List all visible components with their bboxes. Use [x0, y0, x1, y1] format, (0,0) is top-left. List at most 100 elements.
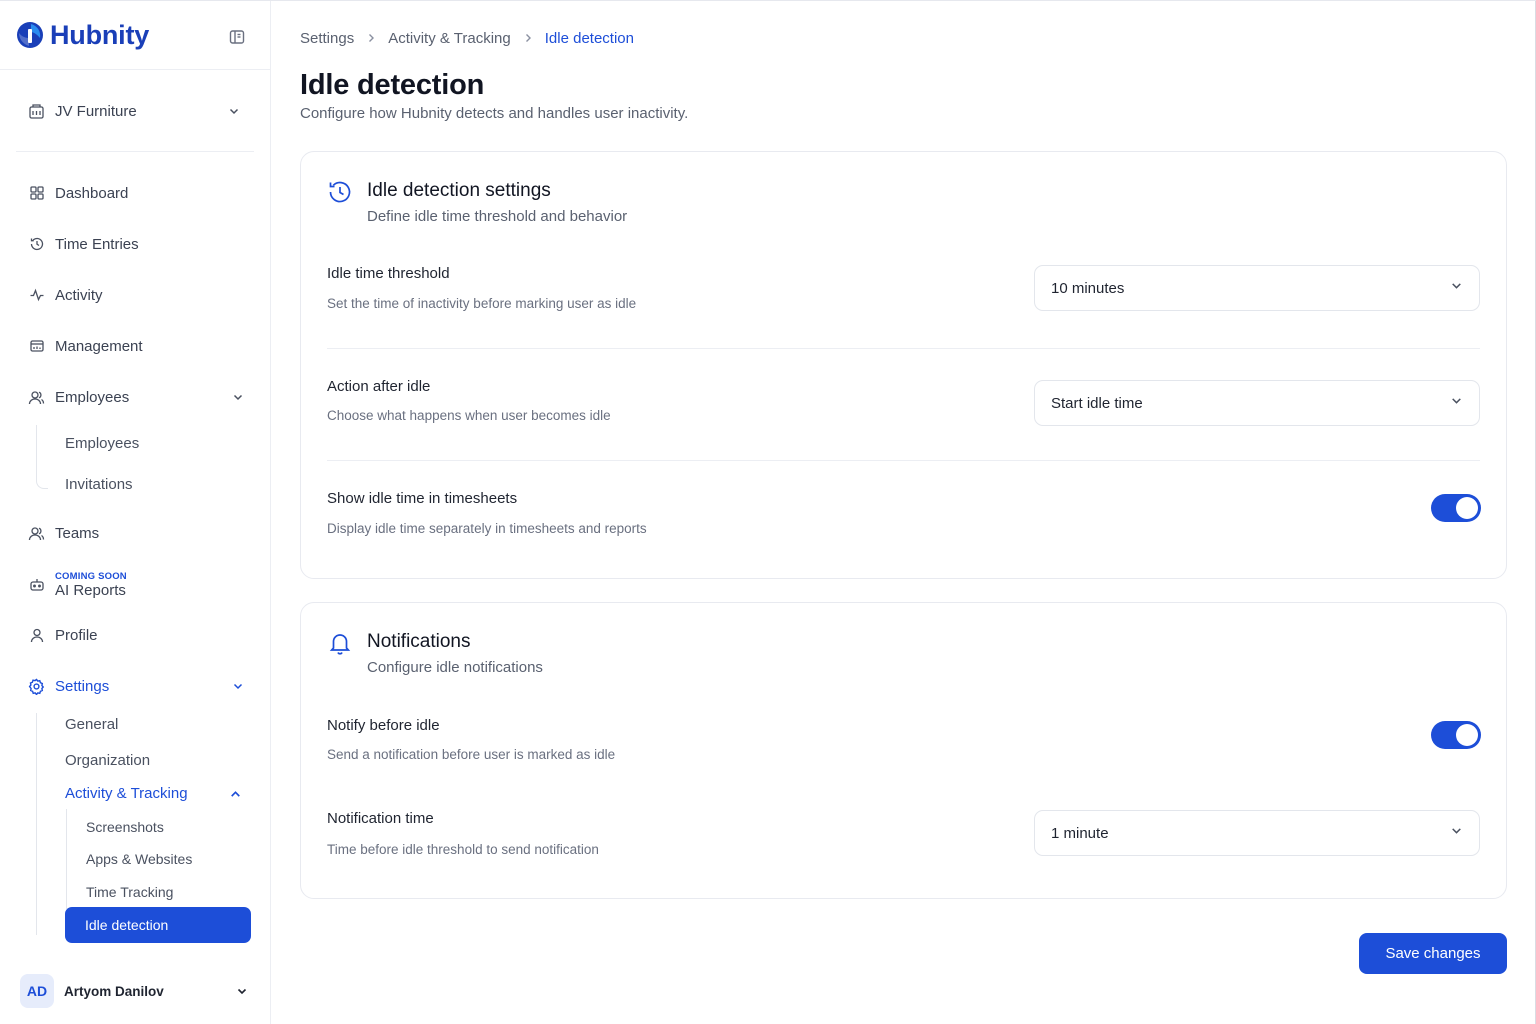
toggle-knob — [1456, 724, 1478, 746]
idle-settings-card: Idle detection settings Define idle time… — [300, 151, 1507, 579]
sidebar-subitem-general[interactable]: General — [65, 714, 118, 736]
org-name: JV Furniture — [55, 102, 137, 120]
sidebar-item-label: Management — [55, 337, 143, 355]
breadcrumb-settings[interactable]: Settings — [300, 30, 354, 47]
select-value: 1 minute — [1051, 824, 1109, 842]
page-title: Idle detection — [300, 69, 485, 101]
breadcrumb-activity-tracking[interactable]: Activity & Tracking — [388, 30, 511, 47]
threshold-label: Idle time threshold — [327, 265, 450, 282]
show-idle-toggle[interactable] — [1431, 494, 1481, 522]
sidebar-subitem-screenshots[interactable]: Screenshots — [86, 816, 164, 838]
sidebar-subitem-activity-tracking[interactable]: Activity & Tracking — [65, 783, 188, 805]
sidebar-item-management[interactable]: Management — [28, 332, 246, 360]
sidebar-item-label: Teams — [55, 524, 100, 542]
sidebar-item-dashboard[interactable]: Dashboard — [28, 179, 246, 207]
tree-line — [66, 809, 67, 909]
sidebar-subitem-apps-websites[interactable]: Apps & Websites — [86, 848, 192, 870]
notify-before-help: Send a notification before user is marke… — [327, 747, 616, 762]
bell-icon — [329, 634, 351, 655]
card-subtitle: Define idle time threshold and behavior — [367, 208, 628, 225]
sidebar-subitem-invitations[interactable]: Invitations — [65, 474, 133, 496]
user-icon — [28, 627, 45, 644]
chevron-right-icon — [523, 31, 533, 46]
divider — [327, 348, 1480, 349]
sidebar-subitem-employees[interactable]: Employees — [65, 433, 139, 455]
breadcrumb-idle-detection: Idle detection — [544, 29, 634, 47]
gear-icon — [28, 678, 45, 695]
sidebar-item-time-entries[interactable]: Time Entries — [28, 230, 246, 258]
chevron-down-icon — [233, 983, 250, 1000]
activity-pulse-icon — [28, 287, 45, 304]
building-icon — [28, 103, 45, 120]
divider — [327, 460, 1480, 461]
toggle-knob — [1456, 497, 1478, 519]
notification-time-select[interactable]: 1 minute — [1034, 810, 1480, 856]
chevron-up-icon[interactable] — [229, 788, 242, 806]
chevron-down-icon — [1450, 279, 1463, 297]
sidebar-item-employees[interactable]: Employees — [28, 383, 246, 411]
save-button[interactable]: Save changes — [1359, 933, 1507, 974]
robot-icon — [28, 577, 45, 594]
sidebar-item-settings[interactable]: Settings — [28, 672, 246, 700]
sidebar-subitem-organization[interactable]: Organization — [65, 750, 150, 772]
team-icon — [28, 525, 45, 542]
brand[interactable]: Hubnity — [16, 17, 149, 53]
sidebar-item-label: Time Entries — [55, 235, 139, 253]
clock-history-icon — [329, 181, 351, 203]
brand-name: Hubnity — [50, 19, 150, 50]
notification-time-label: Notification time — [327, 810, 434, 827]
sidebar-item-label: Employees — [55, 388, 130, 406]
tree-line — [36, 425, 37, 477]
divider — [0, 69, 270, 70]
action-label: Action after idle — [327, 378, 431, 395]
avatar: AD — [20, 974, 54, 1008]
sidebar-item-activity[interactable]: Activity — [28, 281, 246, 309]
select-value: Start idle time — [1051, 394, 1143, 412]
page-subtitle: Configure how Hubnity detects and handle… — [300, 105, 689, 122]
sidebar-item-label: AI Reports — [55, 581, 126, 599]
card-subtitle: Configure idle notifications — [367, 659, 543, 676]
threshold-help: Set the time of inactivity before markin… — [327, 296, 637, 311]
notify-before-label: Notify before idle — [327, 717, 440, 734]
tree-line — [36, 713, 37, 935]
tree-line — [36, 477, 48, 489]
sidebar-subitem-time-tracking[interactable]: Time Tracking — [86, 881, 173, 903]
divider — [16, 151, 254, 152]
select-value: 10 minutes — [1051, 279, 1125, 297]
sidebar-item-label: Profile — [55, 626, 98, 644]
sidebar-item-profile[interactable]: Profile — [28, 621, 246, 649]
sidebar-item-ai-reports[interactable]: COMING SOON AI Reports — [28, 567, 246, 603]
show-idle-help: Display idle time separately in timeshee… — [327, 521, 647, 536]
chevron-down-icon — [1450, 824, 1463, 842]
user-name: Artyom Danilov — [64, 983, 164, 999]
chevron-down-icon — [229, 389, 246, 406]
users-icon — [28, 389, 45, 406]
sidebar-collapse-icon[interactable] — [228, 28, 246, 46]
sidebar-subitem-idle-detection[interactable]: Idle detection — [65, 907, 251, 943]
chevron-down-icon — [1450, 394, 1463, 412]
history-icon — [28, 236, 45, 253]
card-title: Notifications — [367, 631, 471, 652]
sidebar-item-label: Settings — [55, 677, 110, 695]
chevron-down-icon — [225, 103, 242, 120]
brand-logo-icon — [17, 22, 43, 48]
action-after-idle-select[interactable]: Start idle time — [1034, 380, 1480, 426]
chevron-right-icon — [366, 31, 376, 46]
notification-time-help: Time before idle threshold to send notif… — [327, 842, 599, 857]
user-menu[interactable]: AD Artyom Danilov — [20, 974, 250, 1008]
action-help: Choose what happens when user becomes id… — [327, 408, 611, 423]
sidebar-item-label: Activity — [55, 286, 103, 304]
org-selector[interactable]: JV Furniture — [28, 97, 242, 125]
chevron-down-icon — [229, 678, 246, 695]
notifications-card: Notifications Configure idle notificatio… — [300, 602, 1507, 899]
sidebar: Hubnity JV Furniture Dashboard Time Entr… — [0, 1, 271, 1024]
sidebar-item-teams[interactable]: Teams — [28, 519, 246, 547]
show-idle-label: Show idle time in timesheets — [327, 490, 518, 507]
idle-threshold-select[interactable]: 10 minutes — [1034, 265, 1480, 311]
card-title: Idle detection settings — [367, 180, 551, 201]
grid-icon — [28, 185, 45, 202]
sidebar-item-label: Dashboard — [55, 184, 129, 202]
notify-before-toggle[interactable] — [1431, 721, 1481, 749]
coming-soon-badge: COMING SOON — [55, 570, 127, 582]
folder-calendar-icon — [28, 338, 45, 355]
